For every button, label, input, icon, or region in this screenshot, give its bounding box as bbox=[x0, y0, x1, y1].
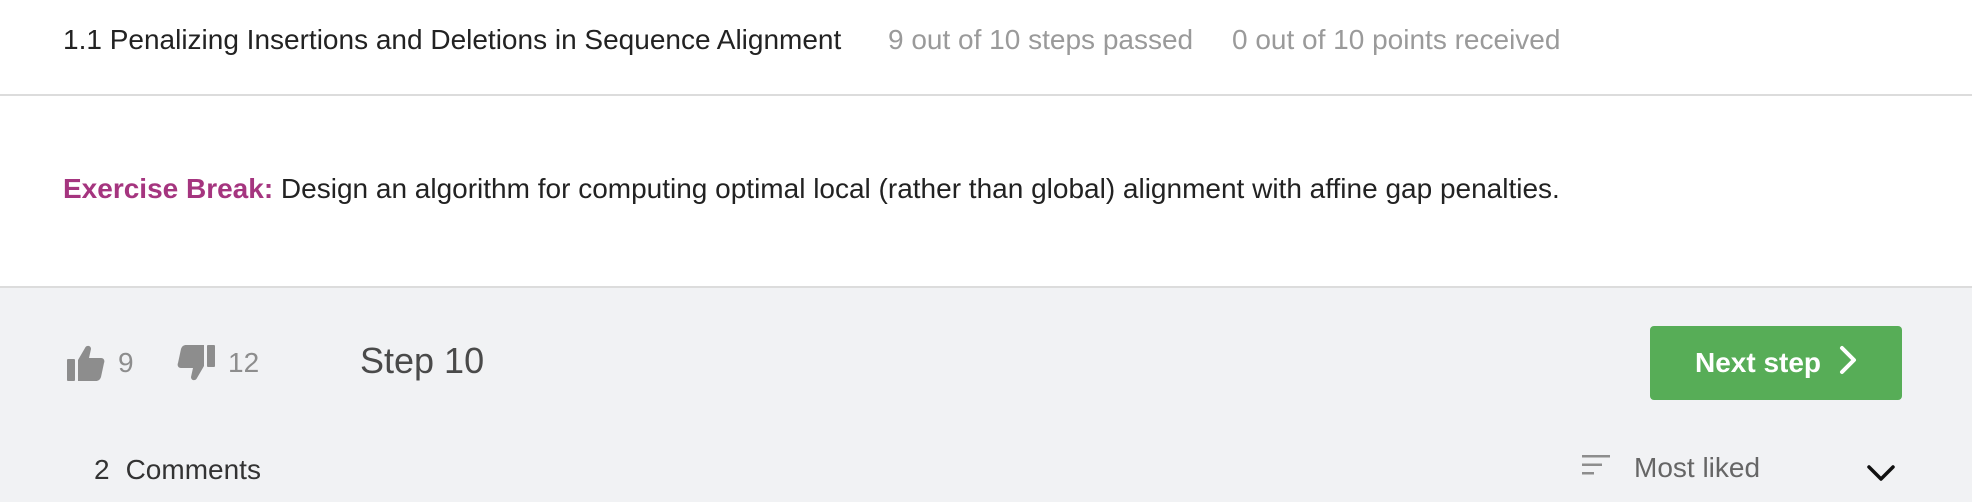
points-received-status: 0 out of 10 points received bbox=[1232, 24, 1561, 55]
chevron-down-icon[interactable] bbox=[1866, 464, 1896, 487]
comments-heading: 2 Comments bbox=[94, 454, 261, 486]
chevron-right-icon bbox=[1839, 345, 1857, 382]
next-step-button[interactable]: Next step bbox=[1650, 326, 1902, 400]
comments-label: Comments bbox=[125, 454, 261, 485]
sort-lines-icon bbox=[1582, 452, 1612, 484]
like-count: 9 bbox=[118, 347, 134, 378]
steps-passed-status: 9 out of 10 steps passed bbox=[888, 24, 1194, 55]
step-content: Exercise Break: Design an algorithm for … bbox=[0, 96, 1972, 286]
sort-dropdown[interactable]: Most liked bbox=[1582, 452, 1760, 484]
lesson-header: 1.1 Penalizing Insertions and Deletions … bbox=[0, 0, 1972, 96]
like-button[interactable]: 9 bbox=[66, 340, 134, 386]
next-step-label: Next step bbox=[1694, 347, 1822, 378]
thumbs-up-icon bbox=[66, 344, 106, 382]
comments-count: 2 bbox=[94, 454, 110, 485]
step-page: 1.1 Penalizing Insertions and Deletions … bbox=[0, 0, 1972, 502]
lesson-title[interactable]: 1.1 Penalizing Insertions and Deletions … bbox=[63, 24, 841, 56]
dislike-button[interactable]: 12 bbox=[176, 340, 259, 386]
step-footer: 9 12 Step 10 Next step 2 Comments Most l… bbox=[0, 286, 1972, 502]
sort-label: Most liked bbox=[1634, 452, 1761, 483]
exercise-break: Exercise Break: Design an algorithm for … bbox=[63, 173, 1560, 205]
exercise-label: Exercise Break: bbox=[63, 173, 274, 204]
exercise-text: Design an algorithm for computing optima… bbox=[273, 173, 1560, 204]
thumbs-down-icon bbox=[176, 344, 216, 382]
dislike-count: 12 bbox=[228, 347, 260, 378]
step-number: Step 10 bbox=[360, 340, 485, 381]
